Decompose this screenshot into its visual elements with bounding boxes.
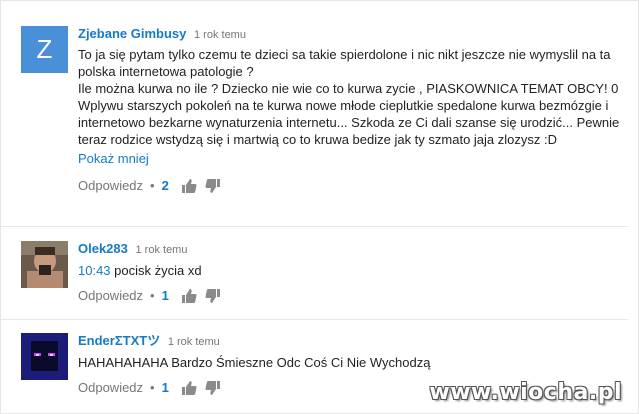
comment-text: HAHAHAHAHA Bardzo Śmieszne Odc Coś Ci Ni… bbox=[78, 354, 628, 371]
divider bbox=[1, 319, 628, 320]
reply-button[interactable]: Odpowiedz bbox=[78, 380, 143, 396]
user-photo-icon bbox=[21, 241, 68, 288]
separator-dot: • bbox=[150, 380, 155, 395]
separator-dot: • bbox=[150, 178, 155, 193]
comment-time[interactable]: 1 rok temu bbox=[194, 29, 246, 41]
site-watermark: www.wiocha.pl bbox=[429, 380, 622, 405]
like-count: 1 bbox=[161, 380, 169, 395]
like-count: 2 bbox=[161, 178, 169, 193]
timestamp-link[interactable]: 10:43 bbox=[78, 263, 111, 278]
comment-body: HAHAHAHAHA Bardzo Śmieszne Odc Coś Ci Ni… bbox=[78, 355, 431, 370]
comment-actions: Odpowiedz • 2 bbox=[78, 178, 628, 194]
thumb-up-icon[interactable] bbox=[181, 380, 197, 396]
like-count: 1 bbox=[161, 288, 169, 303]
avatar[interactable] bbox=[21, 241, 68, 288]
show-less-link[interactable]: Pokaż mniej bbox=[78, 150, 149, 167]
thumb-down-icon[interactable] bbox=[205, 178, 221, 194]
comment-paragraph: To ja się pytam tylko czemu te dzieci sa… bbox=[78, 47, 611, 79]
thumb-down-icon[interactable] bbox=[205, 288, 221, 304]
thumb-up-icon[interactable] bbox=[181, 288, 197, 304]
avatar[interactable]: Z bbox=[21, 26, 68, 73]
comment-body: pocisk życia xd bbox=[114, 263, 202, 278]
comment-text: To ja się pytam tylko czemu te dzieci sa… bbox=[78, 46, 628, 148]
divider bbox=[1, 226, 628, 227]
enderman-avatar-icon bbox=[21, 333, 68, 380]
reply-button[interactable]: Odpowiedz bbox=[78, 288, 143, 304]
comment-actions: Odpowiedz • 1 bbox=[78, 288, 628, 304]
comment-time[interactable]: 1 rok temu bbox=[136, 244, 188, 256]
comment-author[interactable]: Zjebane Gimbusy bbox=[78, 26, 186, 41]
comment-author[interactable]: Olek283 bbox=[78, 241, 128, 256]
avatar[interactable] bbox=[21, 333, 68, 380]
comment-paragraph: Ile można kurwa no ile ? Dziecko nie wie… bbox=[78, 81, 620, 147]
separator-dot: • bbox=[150, 288, 155, 303]
comment-time[interactable]: 1 rok temu bbox=[168, 336, 220, 348]
comment-author[interactable]: EnderΣTXTツ bbox=[78, 333, 160, 348]
thumb-down-icon[interactable] bbox=[205, 380, 221, 396]
thumb-up-icon[interactable] bbox=[181, 178, 197, 194]
reply-button[interactable]: Odpowiedz bbox=[78, 178, 143, 194]
comments-panel: Z Zjebane Gimbusy 1 rok temu To ja się p… bbox=[0, 0, 639, 414]
comment-text: 10:43 pocisk życia xd bbox=[78, 262, 628, 279]
